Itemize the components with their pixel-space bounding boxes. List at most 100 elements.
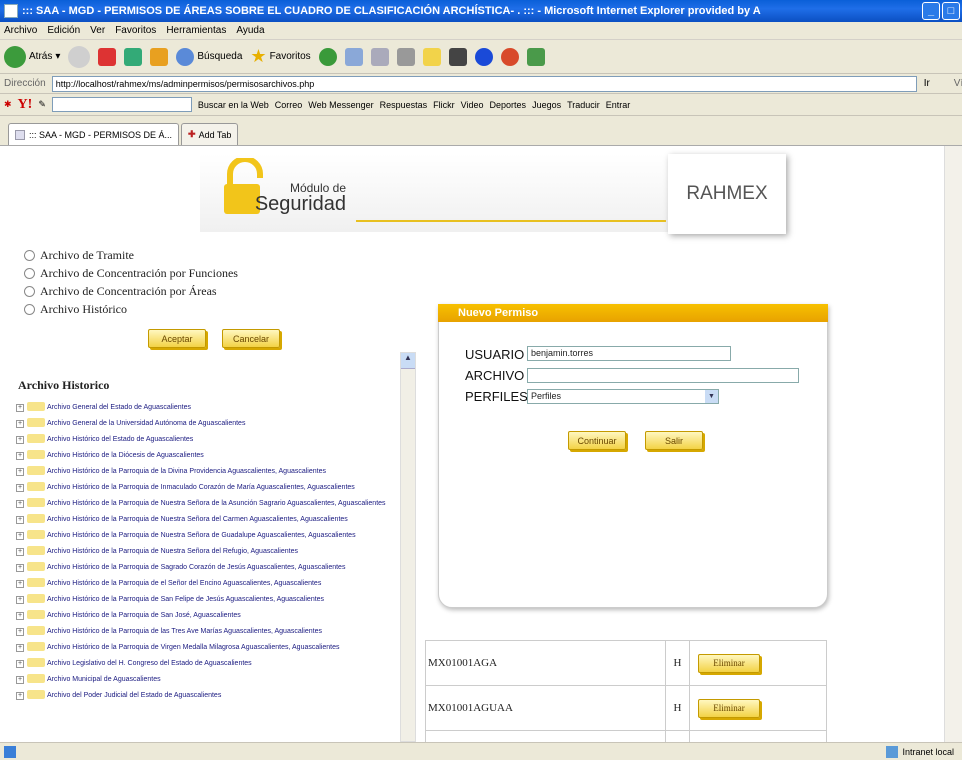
yahoo-traducir[interactable]: Traducir bbox=[567, 100, 600, 110]
tree-item-label[interactable]: Archivo Histórico de la Parroquia de Nue… bbox=[47, 514, 348, 525]
folder-icon[interactable] bbox=[422, 47, 441, 66]
tab-active[interactable]: ::: SAA - MGD - PERMISOS DE Á... bbox=[8, 123, 180, 145]
research-icon[interactable] bbox=[448, 47, 467, 66]
history-icon[interactable] bbox=[318, 47, 337, 66]
tree-item[interactable]: + Archivo General del Estado de Aguascali… bbox=[16, 402, 396, 413]
expand-icon[interactable]: + bbox=[16, 516, 24, 524]
expand-icon[interactable]: + bbox=[16, 612, 24, 620]
menu-ayuda[interactable]: Ayuda bbox=[236, 25, 264, 36]
expand-icon[interactable]: + bbox=[16, 564, 24, 572]
expand-icon[interactable]: + bbox=[16, 452, 24, 460]
expand-icon[interactable]: + bbox=[16, 580, 24, 588]
expand-icon[interactable]: + bbox=[16, 500, 24, 508]
tree-item[interactable]: + Archivo Histórico del Estado de Aguasca… bbox=[16, 434, 396, 445]
yahoo-logo[interactable]: Y! bbox=[18, 97, 33, 113]
tree-item-label[interactable]: Archivo Histórico de la Parroquia de el … bbox=[47, 578, 321, 589]
tree-item-label[interactable]: Archivo Municipal de Aguascalientes bbox=[47, 674, 161, 685]
home-icon[interactable] bbox=[150, 47, 169, 66]
maximize-button[interactable]: □ bbox=[942, 2, 960, 20]
tree-item-label[interactable]: Archivo Histórico de la Parroquia de San… bbox=[47, 594, 324, 605]
favorites-button[interactable]: ★ Favoritos bbox=[250, 46, 310, 67]
menu-favoritos[interactable]: Favoritos bbox=[115, 25, 156, 36]
expand-icon[interactable]: + bbox=[16, 692, 24, 700]
tree-item[interactable]: + Archivo Legislativo del H. Congreso del… bbox=[16, 658, 396, 669]
pencil-icon[interactable]: ✎ bbox=[38, 99, 46, 110]
tree-item[interactable]: + Archivo Histórico de la Parroquia de Sa… bbox=[16, 610, 396, 621]
aceptar-button[interactable]: Aceptar bbox=[148, 329, 206, 348]
messenger-icon[interactable] bbox=[500, 47, 519, 66]
tree-item-label[interactable]: Archivo Histórico de la Parroquia de Inm… bbox=[47, 482, 355, 493]
people-icon[interactable] bbox=[526, 47, 545, 66]
yahoo-entrar[interactable]: Entrar bbox=[606, 100, 631, 110]
tree-item-label[interactable]: Archivo Legislativo del H. Congreso del … bbox=[47, 658, 252, 669]
salir-button[interactable]: Salir bbox=[645, 431, 703, 450]
radio-circle[interactable] bbox=[24, 304, 35, 315]
yahoo-menu-icon[interactable]: ✱ bbox=[4, 99, 12, 110]
cancelar-button[interactable]: Cancelar bbox=[222, 329, 280, 348]
forward-button[interactable] bbox=[68, 45, 91, 68]
usuario-input[interactable]: benjamin.torres bbox=[527, 346, 731, 361]
expand-icon[interactable]: + bbox=[16, 436, 24, 444]
radio-concentracion-funciones[interactable]: Archivo de Concentración por Funciones bbox=[24, 266, 238, 281]
menu-ver[interactable]: Ver bbox=[90, 25, 105, 36]
minimize-button[interactable]: _ bbox=[922, 2, 940, 20]
chevron-down-icon[interactable]: ▼ bbox=[705, 390, 718, 403]
eliminar-button[interactable]: Eliminar bbox=[698, 698, 760, 718]
tree-item-label[interactable]: Archivo Histórico de la Parroquia de Sag… bbox=[47, 562, 345, 573]
yahoo-search-button[interactable]: Buscar en la Web bbox=[198, 100, 269, 110]
eliminar-button[interactable]: Eliminar bbox=[698, 653, 760, 673]
tree-item-label[interactable]: Archivo General de la Universidad Autóno… bbox=[47, 418, 245, 429]
scroll-up-icon[interactable]: ▲ bbox=[401, 353, 415, 369]
add-tab-button[interactable]: ✚ Add Tab bbox=[181, 123, 239, 145]
tree-item[interactable]: + Archivo Histórico de la Parroquia de Sa… bbox=[16, 594, 396, 605]
tree-item[interactable]: + Archivo Histórico de la Parroquia de In… bbox=[16, 482, 396, 493]
tree-item[interactable]: + Archivo Histórico de la Parroquia de Nu… bbox=[16, 514, 396, 525]
tree-item[interactable]: + Archivo General de la Universidad Autón… bbox=[16, 418, 396, 429]
menu-edicion[interactable]: Edición bbox=[47, 25, 80, 36]
yahoo-flickr[interactable]: Flickr bbox=[433, 100, 455, 110]
stop-icon[interactable] bbox=[98, 47, 117, 66]
radio-tramite[interactable]: Archivo de Tramite bbox=[24, 248, 238, 263]
refresh-icon[interactable] bbox=[124, 47, 143, 66]
perfiles-select[interactable]: Perfiles ▼ bbox=[527, 389, 719, 404]
tree-item[interactable]: + Archivo del Poder Judicial del Estado d… bbox=[16, 690, 396, 701]
archivo-input[interactable] bbox=[527, 368, 799, 383]
tree-item-label[interactable]: Archivo Histórico de la Parroquia de Nue… bbox=[47, 498, 386, 509]
yahoo-video[interactable]: Video bbox=[461, 100, 484, 110]
address-input[interactable]: http://localhost/rahmex/ms/adminpermisos… bbox=[51, 75, 917, 92]
yahoo-search-input[interactable] bbox=[51, 97, 192, 112]
tree-item-label[interactable]: Archivo Histórico de la Parroquia de Nue… bbox=[47, 546, 298, 557]
expand-icon[interactable]: + bbox=[16, 596, 24, 604]
tree-item-label[interactable]: Archivo General del Estado de Aguascalie… bbox=[47, 402, 191, 413]
continuar-button[interactable]: Continuar bbox=[568, 431, 626, 450]
search-button[interactable]: Búsqueda bbox=[176, 47, 242, 66]
tree-item-label[interactable]: Archivo Histórico de la Parroquia de las… bbox=[47, 626, 322, 637]
go-label[interactable]: Ir bbox=[924, 78, 930, 89]
yahoo-correo[interactable]: Correo bbox=[275, 100, 303, 110]
tree-item[interactable]: + Archivo Histórico de la Parroquia de Nu… bbox=[16, 546, 396, 557]
links-label[interactable]: Vínculos bbox=[954, 78, 962, 89]
tree-item[interactable]: + Archivo Histórico de la Diócesis de Agu… bbox=[16, 450, 396, 461]
menu-herramientas[interactable]: Herramientas bbox=[166, 25, 226, 36]
yahoo-respuestas[interactable]: Respuestas bbox=[380, 100, 428, 110]
tree-item[interactable]: + Archivo Histórico de la Parroquia de el… bbox=[16, 578, 396, 589]
tree-item[interactable]: + Archivo Municipal de Aguascalientes bbox=[16, 674, 396, 685]
tree-item-label[interactable]: Archivo Histórico del Estado de Aguascal… bbox=[47, 434, 193, 445]
expand-icon[interactable]: + bbox=[16, 468, 24, 476]
tree-item[interactable]: + Archivo Histórico de la Parroquia de la… bbox=[16, 626, 396, 637]
back-button[interactable]: Atrás ▾ bbox=[4, 45, 60, 68]
print-icon[interactable] bbox=[370, 47, 389, 66]
tree-item[interactable]: + Archivo Histórico de la Parroquia de la… bbox=[16, 466, 396, 477]
expand-icon[interactable]: + bbox=[16, 548, 24, 556]
expand-icon[interactable]: + bbox=[16, 676, 24, 684]
expand-icon[interactable]: + bbox=[16, 484, 24, 492]
yahoo-juegos[interactable]: Juegos bbox=[532, 100, 561, 110]
expand-icon[interactable]: + bbox=[16, 628, 24, 636]
tree-item-label[interactable]: Archivo Histórico de la Parroquia de la … bbox=[47, 466, 326, 477]
tree-item-label[interactable]: Archivo Histórico de la Diócesis de Agua… bbox=[47, 450, 204, 461]
expand-icon[interactable]: + bbox=[16, 644, 24, 652]
tree-item-label[interactable]: Archivo del Poder Judicial del Estado de… bbox=[47, 690, 221, 701]
tree-item[interactable]: + Archivo Histórico de la Parroquia de Vi… bbox=[16, 642, 396, 653]
edit-icon[interactable] bbox=[396, 47, 415, 66]
tree-item-label[interactable]: Archivo Histórico de la Parroquia de Nue… bbox=[47, 530, 356, 541]
